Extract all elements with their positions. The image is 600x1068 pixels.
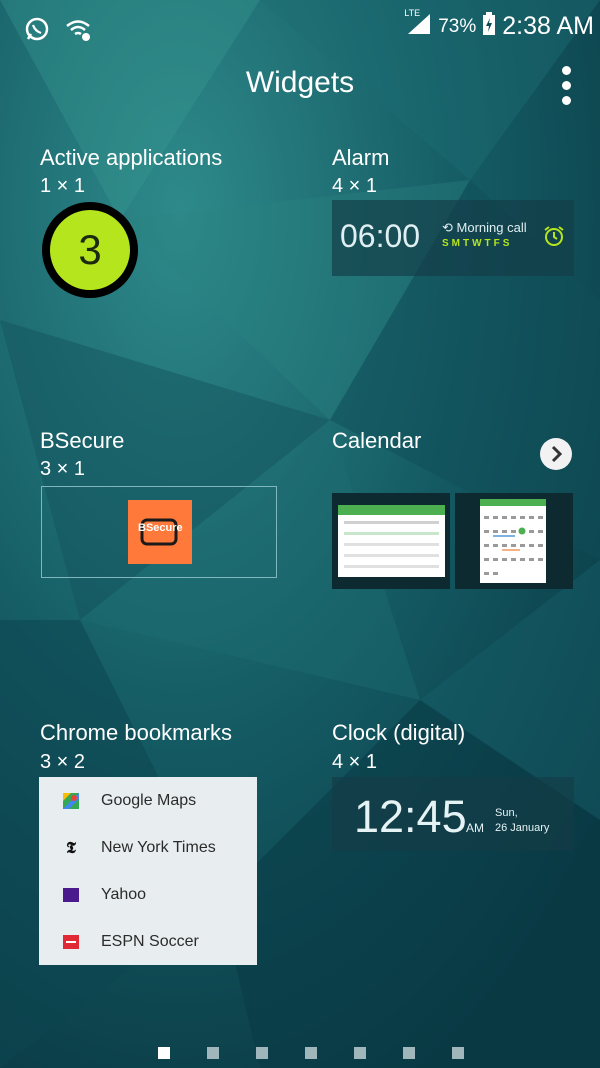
yahoo-icon (63, 887, 79, 903)
page-title: Widgets (245, 66, 355, 99)
page-dot[interactable] (256, 1047, 268, 1059)
wifi-icon (64, 16, 92, 47)
calendar-preview-month[interactable] (455, 493, 573, 589)
widget-title-active-applications[interactable]: Active applications (40, 145, 222, 171)
new-york-times-icon: 𝕿 (66, 837, 76, 857)
repeat-icon: ⟲ (442, 220, 457, 235)
whatsapp-icon (24, 16, 50, 47)
digital-clock-time: 12:45 (354, 791, 467, 842)
bsecure-logo-text: BSecure (138, 522, 183, 534)
alarm-days: SMTWTFS (442, 238, 513, 249)
bsecure-logo: BSecure (128, 500, 192, 564)
google-maps-icon (63, 792, 79, 809)
digital-clock-day: Sun, (495, 807, 518, 819)
page-dot[interactable] (305, 1047, 317, 1059)
digital-clock-ampm: AM (466, 821, 484, 835)
widget-title-bsecure[interactable]: BSecure (40, 428, 124, 454)
widget-title-calendar[interactable]: Calendar (332, 428, 421, 454)
widget-title-chrome-bookmarks[interactable]: Chrome bookmarks (40, 720, 232, 746)
page-dot[interactable] (207, 1047, 219, 1059)
active-count: 3 (50, 210, 130, 290)
bsecure-preview[interactable]: BSecure (41, 486, 277, 578)
widget-title-clock-digital[interactable]: Clock (digital) (332, 720, 465, 746)
battery-charging-icon (482, 12, 496, 41)
page-dot-active[interactable] (158, 1047, 170, 1059)
alarm-label: ⟲ Morning call (442, 220, 527, 235)
alarm-preview[interactable]: 06:00 ⟲ Morning call SMTWTFS (332, 200, 574, 276)
page-dot[interactable] (354, 1047, 366, 1059)
status-clock: 2:38 AM (502, 12, 594, 40)
digital-clock-date: 26 January (495, 822, 550, 834)
mini-today-card (338, 505, 445, 577)
status-bar: LTE 73% 2:38 AM (0, 0, 600, 60)
alarm-clock-icon (542, 224, 566, 253)
signal-icon: LTE (404, 8, 432, 41)
battery-percent: 73% (438, 15, 477, 37)
bookmark-item[interactable]: Google Maps (39, 777, 257, 824)
page-dot[interactable] (452, 1047, 464, 1059)
page-indicator (158, 1047, 464, 1059)
widget-size: 1 × 1 (40, 175, 86, 197)
bookmark-item[interactable]: ESPN Soccer (39, 918, 257, 965)
widget-size: 3 × 1 (40, 458, 86, 480)
page-dot[interactable] (403, 1047, 415, 1059)
chevron-right-icon[interactable] (540, 438, 572, 470)
digital-clock-preview[interactable]: 12:45 AM Sun, 26 January (332, 777, 574, 851)
bookmark-item[interactable]: Yahoo (39, 871, 257, 918)
widget-size: 4 × 1 (332, 175, 378, 197)
calendar-preview-mini-today[interactable] (332, 493, 450, 589)
active-applications-preview[interactable]: 3 (42, 202, 138, 298)
overflow-menu-icon[interactable] (554, 66, 578, 110)
bookmark-item[interactable]: 𝕿 New York Times (39, 824, 257, 871)
chrome-bookmarks-preview[interactable]: Google Maps 𝕿 New York Times Yahoo ESPN … (39, 777, 257, 965)
widget-size: 3 × 2 (40, 751, 86, 773)
widget-size: 4 × 1 (332, 751, 378, 773)
espn-icon (63, 934, 79, 950)
alarm-time: 06:00 (340, 218, 421, 254)
widget-title-alarm[interactable]: Alarm (332, 145, 389, 171)
month-calendar-card (480, 499, 546, 583)
